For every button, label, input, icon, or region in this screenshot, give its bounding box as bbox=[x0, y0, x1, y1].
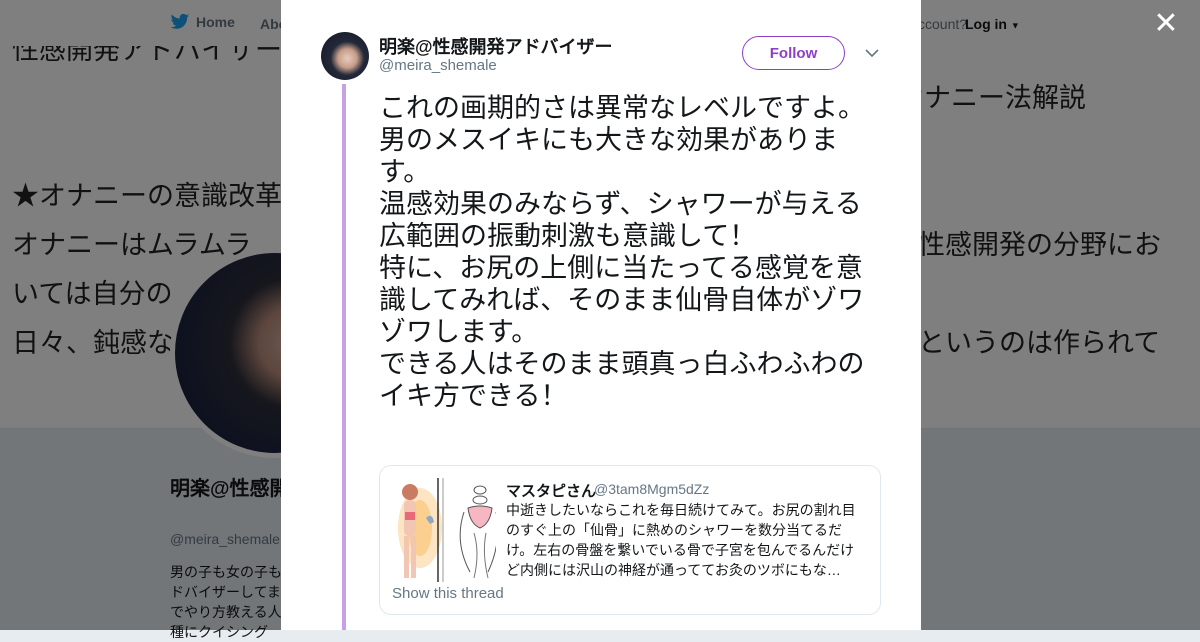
chevron-down-icon[interactable] bbox=[863, 44, 881, 62]
author-name[interactable]: 明楽@性感開発アドバイザー bbox=[379, 33, 613, 59]
author-avatar[interactable] bbox=[321, 32, 369, 80]
tweet-modal: 明楽@性感開発アドバイザー @meira_shemale Follow これの画… bbox=[281, 0, 921, 630]
quoted-author-name: マスタピさん bbox=[506, 483, 597, 500]
show-thread-link[interactable]: Show this thread bbox=[392, 585, 504, 602]
follow-button[interactable]: Follow bbox=[742, 36, 845, 70]
author-handle[interactable]: @meira_shemale bbox=[379, 57, 497, 74]
quoted-tweet-text: 中逝きしたいならこれを毎日続けてみて。お尻の割れ目のすぐ上の「仙骨」に熱めのシャ… bbox=[506, 502, 856, 578]
thread-connector bbox=[342, 84, 346, 630]
tweet-text: これの画期的さは異常なレベルですよ。 男のメスイキにも大きな効果があります。 温… bbox=[379, 93, 865, 411]
quoted-tweet-image[interactable] bbox=[392, 478, 496, 582]
quoted-tweet[interactable]: マスタピさん @3tam8Mgm5dZz 中逝きしたいならこれを毎日続けてみて。… bbox=[379, 465, 881, 615]
close-icon[interactable]: ✕ bbox=[1152, 9, 1180, 39]
quoted-author-handle: @3tam8Mgm5dZz bbox=[594, 481, 710, 497]
